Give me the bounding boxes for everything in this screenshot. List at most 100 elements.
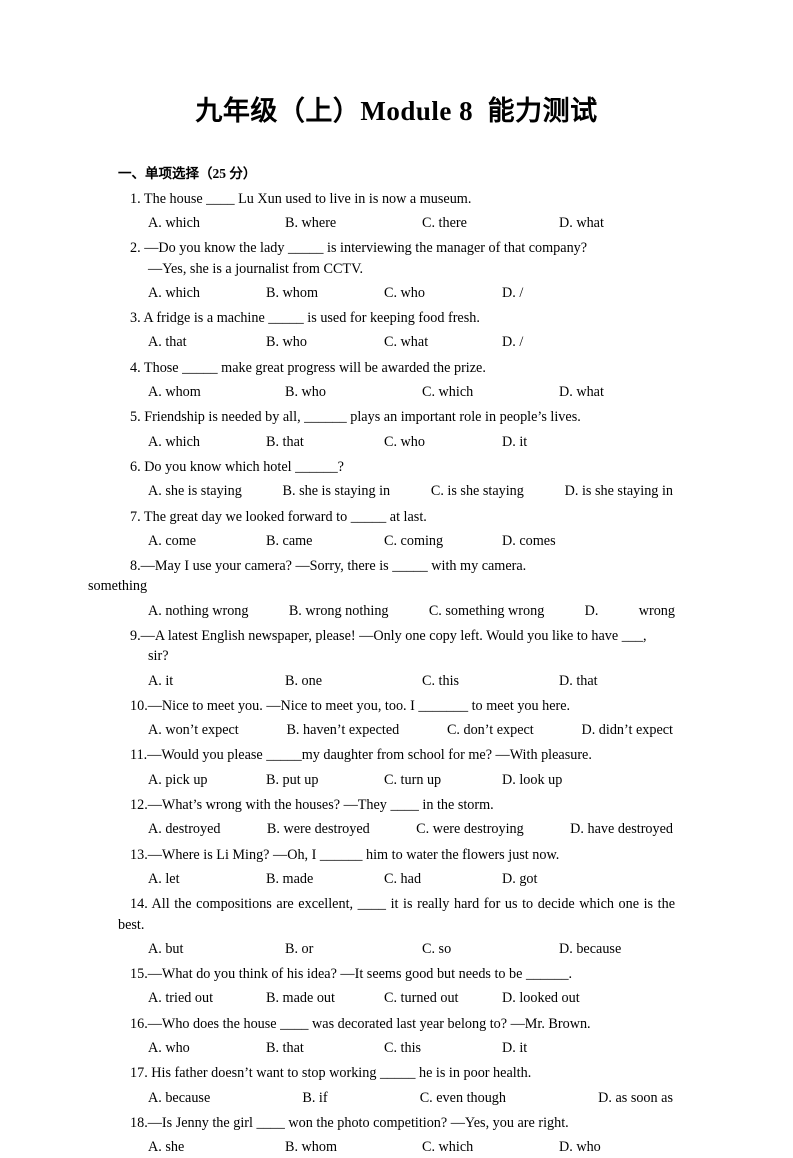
option-choice[interactable]: C. coming — [384, 531, 502, 551]
question-stem: 18.—Is Jenny the girl ____ won the photo… — [130, 1114, 569, 1131]
option-choice[interactable]: C. something wrong — [429, 601, 544, 621]
option-choice[interactable]: A. tried out — [148, 988, 266, 1008]
option-choice[interactable]: A. won’t expect — [148, 720, 239, 740]
option-choice[interactable]: B. were destroyed — [267, 819, 370, 839]
option-choice[interactable]: A. come — [148, 531, 266, 551]
option-choice[interactable]: D. that — [559, 671, 598, 691]
option-choice[interactable]: C. even though — [420, 1088, 506, 1108]
option-choice[interactable]: B. whom — [285, 1137, 422, 1157]
question-options: A. won’t expect B. haven’t expected C. don… — [118, 716, 675, 740]
question-stem-continuation: something — [88, 578, 148, 595]
option-choice[interactable]: wrong — [639, 601, 675, 621]
question-item: 13.—Where is Li Ming? —Oh, I ______ him … — [118, 840, 675, 890]
option-choice[interactable]: D. got — [502, 869, 537, 889]
question-options: A. which B. where C. there D. what — [118, 209, 675, 233]
option-choice[interactable]: D. looked out — [502, 988, 580, 1008]
option-choice[interactable]: D. what — [559, 382, 604, 402]
option-choice[interactable]: A. destroyed — [148, 819, 221, 839]
option-choice[interactable]: C. what — [384, 332, 502, 352]
question-options: A. whom B. who C. which D. what — [118, 378, 675, 402]
option-choice[interactable]: D. look up — [502, 770, 562, 790]
option-choice[interactable]: B. made out — [266, 988, 384, 1008]
option-choice[interactable]: D. / — [502, 283, 523, 303]
option-choice[interactable]: C. don’t expect — [447, 720, 534, 740]
option-choice[interactable]: C. this — [384, 1038, 502, 1058]
question-stem: 4. Those _____ make great progress will … — [130, 359, 486, 376]
option-choice[interactable]: B. or — [285, 939, 422, 959]
question-item: 1. The house ____ Lu Xun used to live in… — [118, 184, 675, 234]
option-choice[interactable]: D. have destroyed — [570, 819, 673, 839]
question-item: 6. Do you know which hotel ______? A. she… — [118, 452, 675, 502]
option-choice[interactable]: A. she is staying — [148, 481, 242, 501]
option-choice[interactable]: C. which — [422, 1137, 559, 1157]
option-choice[interactable]: C. so — [422, 939, 559, 959]
option-choice[interactable]: A. that — [148, 332, 266, 352]
question-item: 12.—What’s wrong with the houses? —They … — [118, 790, 675, 840]
option-choice[interactable]: B. one — [285, 671, 422, 691]
option-choice[interactable]: D. who — [559, 1137, 601, 1157]
option-choice[interactable]: B. if — [302, 1088, 327, 1108]
question-options: A. she is staying B. she is staying in C. … — [118, 477, 675, 501]
page-title: 九年级（上）Module 8 能力测试 — [195, 96, 598, 126]
option-choice[interactable]: A. which — [148, 213, 285, 233]
question-item: 7. The great day we looked forward to __… — [118, 502, 675, 552]
question-stem: 11.—Would you please _____my daughter fr… — [130, 747, 592, 764]
question-stem: 13.—Where is Li Ming? —Oh, I ______ him … — [130, 846, 560, 863]
option-choice[interactable]: C. who — [384, 432, 502, 452]
option-choice[interactable]: B. wrong nothing — [289, 601, 389, 621]
option-choice[interactable]: A. which — [148, 283, 266, 303]
option-choice[interactable]: B. haven’t expected — [286, 720, 399, 740]
option-choice[interactable]: D. as soon as — [598, 1088, 673, 1108]
option-choice[interactable]: B. who — [266, 332, 384, 352]
option-choice[interactable]: B. came — [266, 531, 384, 551]
option-choice[interactable]: D. it — [502, 432, 527, 452]
option-choice[interactable]: A. whom — [148, 382, 285, 402]
option-choice[interactable]: A. because — [148, 1088, 210, 1108]
question-stem: 8.—May I use your camera? —Sorry, there … — [130, 558, 527, 575]
option-choice[interactable]: A. pick up — [148, 770, 266, 790]
question-stem: 15.—What do you think of his idea? —It s… — [130, 966, 573, 983]
option-choice[interactable]: D. is she staying in — [565, 481, 673, 501]
question-stem-continuation: sir? — [148, 648, 169, 665]
option-choice[interactable]: B. that — [266, 432, 384, 452]
option-choice[interactable]: C. there — [422, 213, 559, 233]
option-choice[interactable]: D. comes — [502, 531, 556, 551]
question-stem: 6. Do you know which hotel ______? — [130, 458, 344, 475]
option-choice[interactable]: C. is she staying — [431, 481, 524, 501]
question-item: 9.—A latest English newspaper, please! —… — [118, 621, 675, 691]
option-choice[interactable]: A. she — [148, 1137, 285, 1157]
question-options: A. which B. whom C. who D. / — [118, 279, 675, 303]
option-choice[interactable]: A. who — [148, 1038, 266, 1058]
option-choice[interactable]: A. let — [148, 869, 266, 889]
option-choice[interactable]: D. because — [559, 939, 621, 959]
question-options: A. which B. that C. who D. it — [118, 428, 675, 452]
option-choice[interactable]: B. put up — [266, 770, 384, 790]
option-choice[interactable]: A. it — [148, 671, 285, 691]
question-stem: 17. His father doesn’t want to stop work… — [130, 1065, 532, 1082]
option-choice[interactable]: B. made — [266, 869, 384, 889]
option-choice[interactable]: D. / — [502, 332, 523, 352]
question-item: 4. Those _____ make great progress will … — [118, 353, 675, 403]
option-choice[interactable]: B. whom — [266, 283, 384, 303]
option-choice[interactable]: C. this — [422, 671, 559, 691]
option-choice[interactable]: B. who — [285, 382, 422, 402]
option-choice[interactable]: D. it — [502, 1038, 527, 1058]
option-choice[interactable]: A. which — [148, 432, 266, 452]
option-choice[interactable]: D. didn’t expect — [581, 720, 673, 740]
question-stem: 7. The great day we looked forward to __… — [130, 508, 427, 525]
option-choice[interactable]: B. she is staying in — [283, 481, 391, 501]
option-choice[interactable]: C. who — [384, 283, 502, 303]
option-choice[interactable]: A. but — [148, 939, 285, 959]
option-choice[interactable]: C. turn up — [384, 770, 502, 790]
question-item: 5. Friendship is needed by all, ______ p… — [118, 402, 675, 452]
option-choice[interactable]: A. nothing wrong — [148, 601, 249, 621]
option-choice[interactable]: C. which — [422, 382, 559, 402]
document-page: 九年级（上）Module 8 能力测试 一、单项选择（25 分） 1. The … — [0, 0, 793, 1155]
option-choice[interactable]: B. where — [285, 213, 422, 233]
option-choice[interactable]: C. had — [384, 869, 502, 889]
option-choice[interactable]: D. — [585, 601, 599, 621]
option-choice[interactable]: C. were destroying — [416, 819, 524, 839]
option-choice[interactable]: B. that — [266, 1038, 384, 1058]
option-choice[interactable]: C. turned out — [384, 988, 502, 1008]
option-choice[interactable]: D. what — [559, 213, 604, 233]
